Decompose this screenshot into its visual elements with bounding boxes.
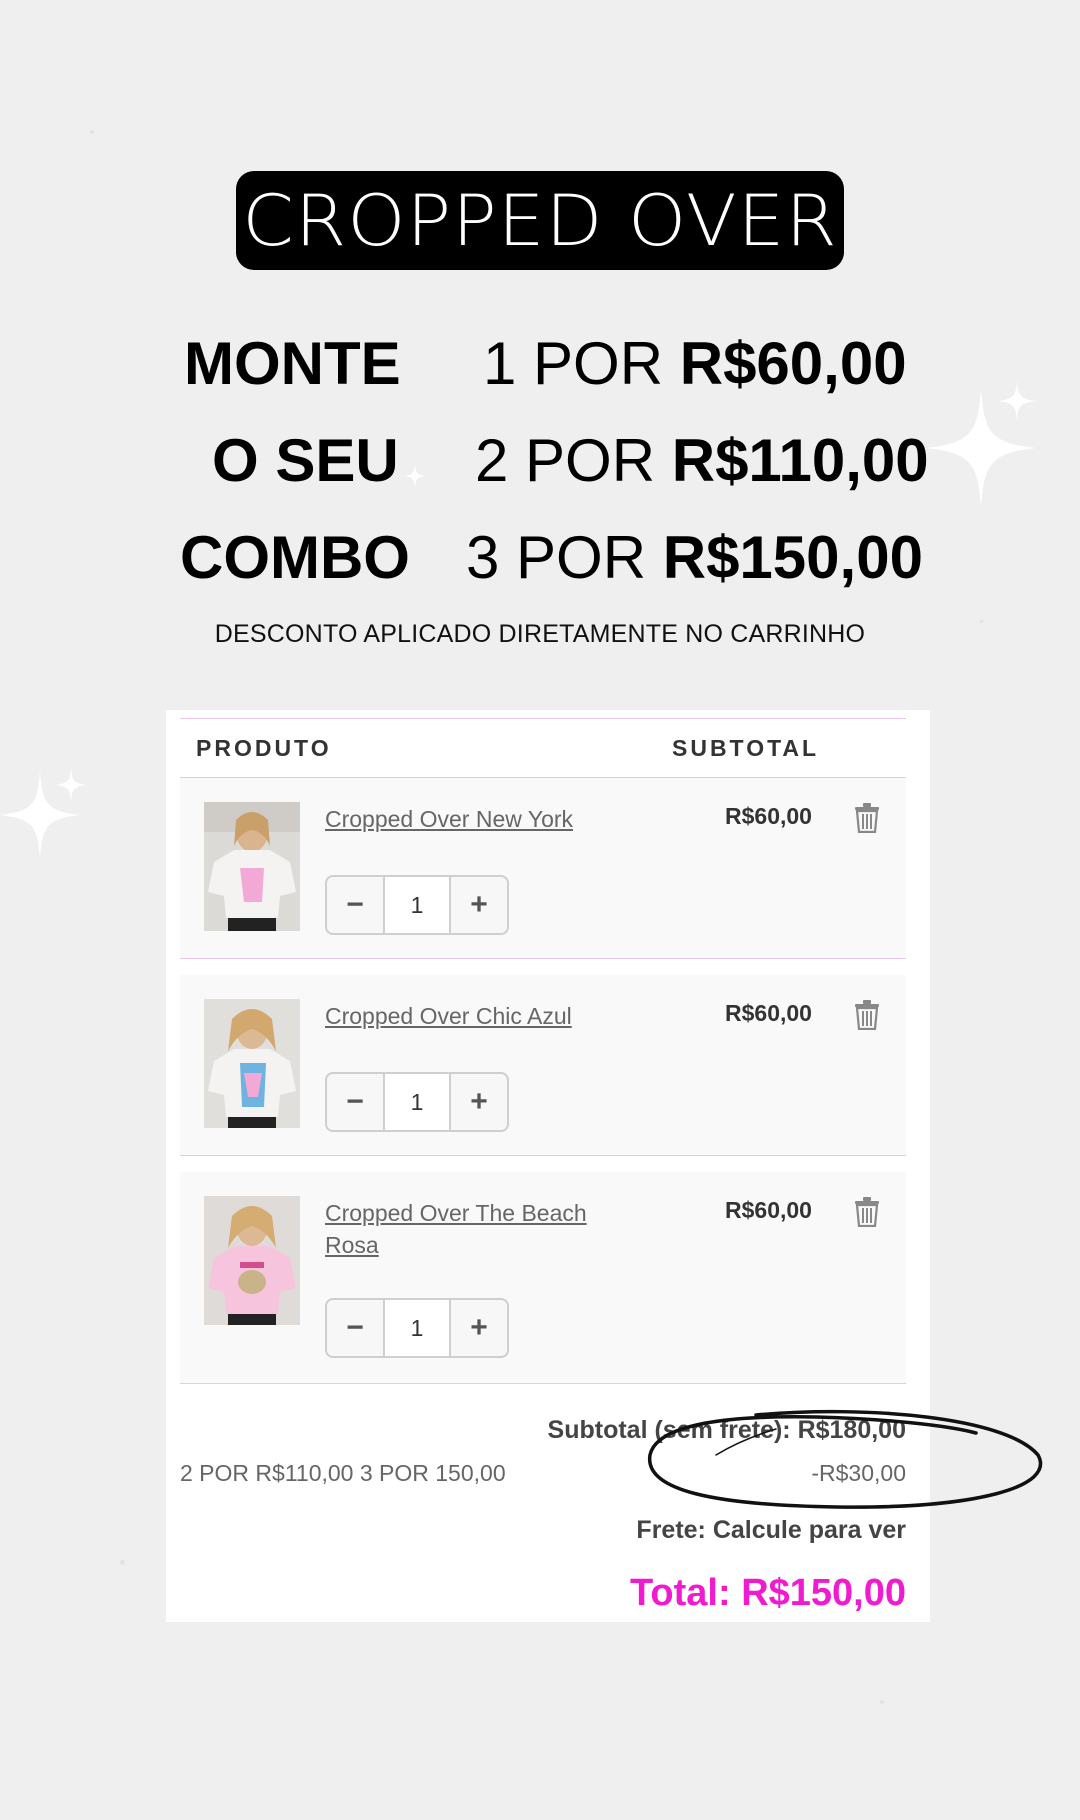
item-subtotal: R$60,00 (725, 1000, 812, 1026)
quantity-stepper: − 1 + (325, 875, 509, 935)
total-line: Total: R$150,00 (630, 1572, 906, 1614)
cart-item-row: Cropped Over Chic Azul R$60,00 − 1 + (180, 975, 906, 1156)
sparkle-icon (404, 464, 426, 488)
product-thumbnail[interactable] (204, 802, 300, 931)
discount-note: DESCONTO APLICADO DIRETAMENTE NO CARRINH… (214, 620, 866, 648)
offer-qty: 2 POR (475, 427, 656, 494)
decrease-quantity-button[interactable]: − (325, 1072, 385, 1132)
paper-texture-speck (90, 130, 94, 134)
shirt-print (240, 868, 264, 902)
trash-icon[interactable] (854, 1000, 880, 1030)
offer-qty: 1 POR (483, 330, 664, 397)
paper-texture-speck (120, 1560, 125, 1565)
highlight-circle-mark (648, 1409, 1043, 1509)
column-header-product: PRODUTO (196, 735, 332, 761)
promo-label: 2 POR R$110,00 3 POR 150,00 (180, 1460, 506, 1486)
offer-qty: 3 POR (466, 524, 647, 591)
item-subtotal: R$60,00 (725, 1197, 812, 1223)
quantity-field[interactable]: 1 (385, 1072, 449, 1132)
increase-quantity-button[interactable]: + (449, 875, 509, 935)
decrease-quantity-button[interactable]: − (325, 875, 385, 935)
trash-icon[interactable] (854, 1197, 880, 1227)
quantity-stepper: − 1 + (325, 1072, 509, 1132)
quantity-field[interactable]: 1 (385, 1298, 449, 1358)
offer-line-2: 2 POR R$110,00 (475, 431, 929, 491)
combo-word-o-seu: O SEU (212, 427, 399, 494)
offer-line-1: 1 POR R$60,00 (483, 334, 907, 394)
cart-item-row: Cropped Over The Beach Rosa R$60,00 − 1 … (180, 1172, 906, 1384)
combo-word-monte: MONTE (184, 330, 401, 397)
paper-texture-speck (880, 1700, 884, 1704)
title-banner: CROPPED OVER (236, 171, 844, 270)
page-title: CROPPED OVER (242, 179, 838, 262)
column-header-subtotal: SUBTOTAL (672, 735, 820, 761)
product-link[interactable]: Cropped Over New York (325, 803, 625, 835)
trash-icon[interactable] (854, 803, 880, 833)
quantity-stepper: − 1 + (325, 1298, 509, 1358)
product-link[interactable]: Cropped Over Chic Azul (325, 1000, 625, 1032)
item-subtotal: R$60,00 (725, 803, 812, 829)
cart-header: PRODUTO SUBTOTAL (180, 718, 906, 778)
product-link[interactable]: Cropped Over The Beach Rosa (325, 1197, 625, 1261)
offer-price: R$60,00 (679, 330, 907, 397)
shipping-line[interactable]: Frete: Calcule para ver (636, 1516, 906, 1545)
increase-quantity-button[interactable]: + (449, 1072, 509, 1132)
sparkle-icon (56, 768, 86, 802)
cart-item-row: Cropped Over New York R$60,00 − 1 + (180, 778, 906, 959)
product-thumbnail[interactable] (204, 1196, 300, 1325)
increase-quantity-button[interactable]: + (449, 1298, 509, 1358)
sparkle-icon (998, 380, 1036, 422)
combo-word-combo: COMBO (180, 524, 410, 591)
quantity-field[interactable]: 1 (385, 875, 449, 935)
offer-price: R$150,00 (662, 524, 923, 591)
offer-price: R$110,00 (671, 427, 929, 494)
offer-line-3: 3 POR R$150,00 (466, 528, 923, 588)
product-thumbnail[interactable] (204, 999, 300, 1128)
decrease-quantity-button[interactable]: − (325, 1298, 385, 1358)
